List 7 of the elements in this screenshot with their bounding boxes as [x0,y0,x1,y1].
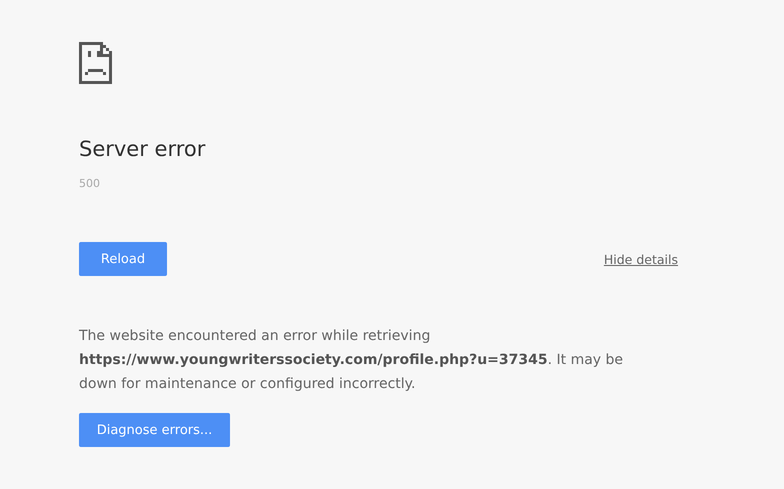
sad-page-icon [79,42,112,84]
reload-button[interactable]: Reload [79,242,167,276]
error-details: The website encountered an error while retrieving https://www.youngwriterssociety.com/profile.php?u=37345. It may be down for maintenance or configured incorrectly. [79,327,624,394]
error-code: 500 [79,177,101,190]
diagnose-button[interactable]: Diagnose errors... [79,413,230,447]
error-title: Server error [79,136,206,163]
hide-details-link[interactable]: Hide details [604,252,678,266]
